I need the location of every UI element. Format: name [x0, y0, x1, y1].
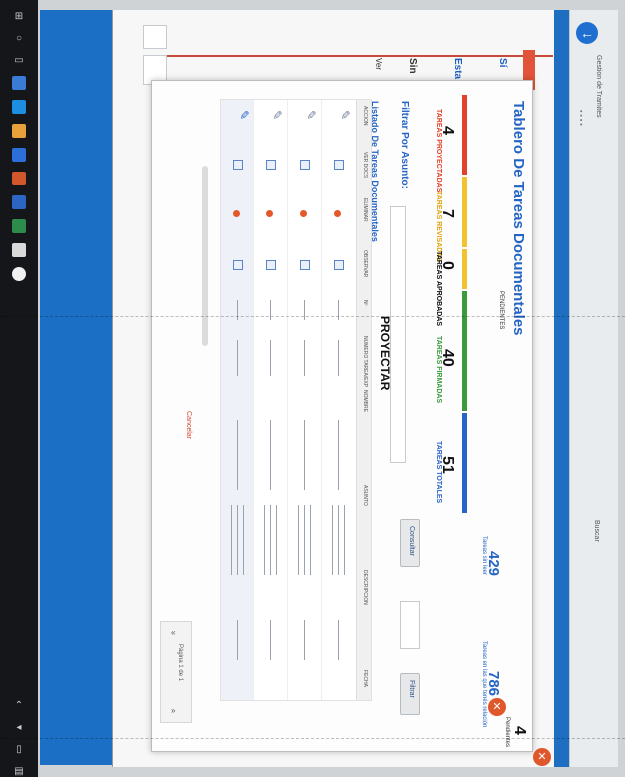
pager: Página 1 de 1 « » [160, 621, 192, 723]
observe-icon[interactable] [266, 260, 276, 270]
edit-icon[interactable]: ✎ [338, 110, 352, 120]
task-view-icon[interactable]: ▭ [14, 56, 24, 66]
aprobadas-label: TAREAS APROBADAS [435, 251, 442, 327]
header-eliminar: ELIMINAR [362, 198, 368, 222]
browser-side-button[interactable]: Buscar [593, 520, 600, 542]
delete-icon[interactable] [300, 210, 307, 217]
pager-label: Página 1 de 1 [177, 644, 183, 682]
delete-icon[interactable] [233, 210, 240, 217]
bg-link[interactable]: Ver [374, 58, 383, 70]
edge-icon[interactable] [12, 99, 26, 114]
table-row[interactable]: ✎ [321, 100, 356, 700]
edit-icon[interactable]: ✎ [237, 110, 251, 120]
volume-icon[interactable]: ◂ [14, 723, 24, 733]
powerpoint-icon[interactable] [12, 171, 26, 186]
filter-label: Filtrar Por Asunto: [399, 101, 410, 189]
file-explorer-icon[interactable] [12, 76, 26, 90]
table-row[interactable]: ✎ [253, 100, 288, 700]
table-scrollbar[interactable] [202, 166, 208, 346]
header-observar: OBSERVAR [362, 250, 368, 278]
header-nombre: NOMBRE [362, 390, 368, 412]
stat-relacion-value: 786 [485, 671, 502, 697]
header-descripcion: DESCRIPCION [362, 570, 368, 605]
photo-guide-line [0, 316, 625, 317]
filtrar-button-label: Filtrar [408, 680, 415, 698]
pendientes-label: PENDIENTES [498, 291, 504, 330]
totales-bar [462, 413, 467, 513]
table-row[interactable]: ✎ [287, 100, 322, 700]
table-header: ACCION VER DOCS ELIMINAR OBSERVAR Nº NUM… [356, 100, 371, 700]
consultar-button-label: Consultar [408, 526, 415, 556]
state-badge: PROYECTAR [378, 316, 392, 391]
delete-icon[interactable] [266, 210, 273, 217]
delete-icon[interactable] [334, 210, 341, 217]
taskbar: ⊞ ○ ▭ ⌃ ◂ ▯ ▤ [0, 0, 38, 777]
outer-close-icon[interactable]: ✕ [533, 748, 551, 766]
filter-asunto-input[interactable] [390, 206, 406, 463]
bg-left-label: Sin [407, 58, 418, 74]
totales-label: TAREAS TOTALES [435, 441, 442, 504]
consultar-button[interactable]: Consultar [400, 519, 420, 567]
proyectadas-bar [462, 95, 467, 175]
bg-section-label: Esta [452, 58, 463, 80]
header-fecha: FECHA [362, 670, 368, 687]
edit-icon[interactable]: ✎ [304, 110, 318, 120]
start-icon[interactable]: ⊞ [14, 12, 24, 22]
outlook-icon[interactable] [12, 147, 26, 162]
browser-window: Sí Esta Sin Ver ← Gestion de Tramites Bu… [112, 10, 618, 767]
table-row[interactable]: ✎ [221, 100, 253, 700]
side-count-label: Pendientes [504, 717, 510, 748]
search-icon[interactable]: ○ [14, 34, 24, 44]
aprobadas-bar [462, 249, 467, 289]
task-dashboard-modal: ✕ Tablero De Tareas Documentales PENDIEN… [151, 80, 533, 752]
modal-title: Tablero De Tareas Documentales [510, 101, 527, 336]
desktop-background [40, 10, 112, 765]
tasks-table: ACCION VER DOCS ELIMINAR OBSERVAR Nº NUM… [220, 99, 372, 701]
battery-icon[interactable]: ▯ [14, 745, 24, 755]
stat-sin-leer-value: 429 [485, 551, 502, 577]
chrome-icon[interactable] [12, 123, 26, 138]
side-count: 4 [511, 726, 528, 735]
browser-toolbar: ← Gestion de Tramites Buscar ▪ ▪ ▪ ▪ [569, 10, 618, 767]
stat-sin-leer-label: Tareas sin leer [481, 536, 487, 576]
photo-guide-line [0, 738, 625, 739]
notepad-icon[interactable] [12, 243, 26, 258]
page-scroll-edge [554, 10, 570, 767]
view-docs-icon[interactable] [266, 160, 276, 170]
excel-icon[interactable] [12, 219, 26, 234]
network-icon[interactable]: ⌃ [14, 701, 24, 711]
browser-tab[interactable]: Gestion de Tramites [595, 55, 602, 118]
header-accion: ACCION [362, 106, 368, 126]
bg-page-checkbox[interactable] [143, 25, 167, 49]
word-icon[interactable] [12, 195, 26, 210]
header-numero-tarea: NUMERO TAREA/EXP [362, 336, 368, 388]
header-asunto: ASUNTO [362, 485, 368, 506]
filter-date-input[interactable] [400, 601, 420, 649]
header-ver-docs: VER DOCS [362, 152, 368, 179]
last-page-icon[interactable]: » [171, 706, 175, 715]
close-icon[interactable]: ✕ [488, 698, 506, 716]
notification-icon[interactable]: ▤ [14, 767, 24, 777]
cancel-link[interactable]: Cancelar [185, 411, 192, 439]
view-docs-icon[interactable] [300, 160, 310, 170]
bg-page-title: Sí [497, 58, 508, 68]
header-numero: Nº [362, 300, 368, 306]
firmadas-bar [462, 291, 467, 411]
edit-icon[interactable]: ✎ [270, 110, 284, 120]
revisadas-bar [462, 177, 467, 247]
proyectadas-label: TAREAS PROYECTADAS [435, 109, 442, 193]
observe-icon[interactable] [300, 260, 310, 270]
filtrar-button[interactable]: Filtrar [400, 673, 420, 715]
stat-relacion-label: Tareas en las que tenés relación [481, 641, 487, 728]
first-page-icon[interactable]: « [171, 628, 175, 637]
arrow-left-icon[interactable]: ← [576, 22, 598, 44]
firmadas-label: TAREAS FIRMADAS [435, 336, 442, 404]
app-icon[interactable] [12, 267, 26, 282]
observe-icon[interactable] [334, 260, 344, 270]
view-docs-icon[interactable] [334, 160, 344, 170]
observe-icon[interactable] [233, 260, 243, 270]
view-docs-icon[interactable] [233, 160, 243, 170]
